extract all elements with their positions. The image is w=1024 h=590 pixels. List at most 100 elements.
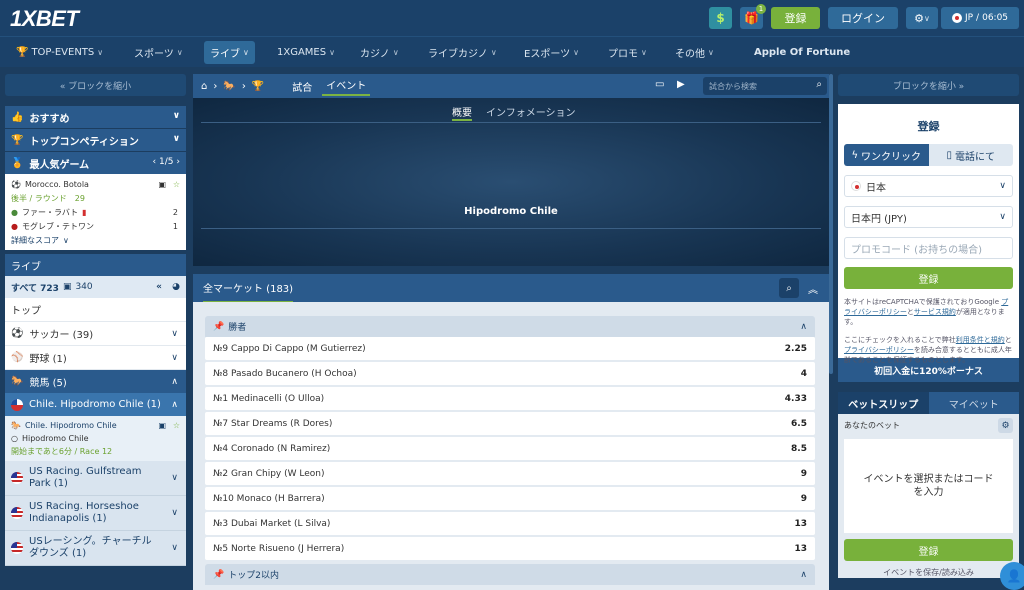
live-all-row[interactable]: すべて 723 ▣ 340 «◕	[5, 276, 186, 298]
race-gulfstream[interactable]: US Racing. Gulfstream Park (1) ∨	[5, 461, 186, 496]
nav-more[interactable]: その他 ∨	[669, 41, 720, 64]
nav-promo[interactable]: プロモ ∨	[602, 41, 653, 64]
odds-value[interactable]: 4.33	[785, 394, 807, 404]
nav-casino[interactable]: カジノ ∨	[354, 41, 405, 64]
collapse-up-icon[interactable]: ︽	[803, 278, 823, 298]
video-icon[interactable]: ▣	[158, 180, 166, 189]
odds-value[interactable]: 2.25	[785, 344, 807, 354]
sidebar-recommended[interactable]: 👍 おすすめ ∨	[5, 106, 186, 128]
gift-badge: 1	[756, 4, 766, 14]
live-top[interactable]: トップ	[5, 298, 186, 322]
locale-selector[interactable]: JP/06:05	[941, 7, 1019, 29]
sidebar-top-competition[interactable]: 🏆 トップコンペティション ∨	[5, 129, 186, 151]
betslip-register-button[interactable]: 登録	[844, 539, 1013, 561]
table-row[interactable]: №4 Coronado (N Ramirez) 8.5	[205, 437, 815, 460]
horse-icon[interactable]: 🐎	[223, 81, 235, 92]
live-baseball[interactable]: ⚾ 野球 (1) ∨	[5, 346, 186, 370]
settings-button[interactable]: ⚙ ∨	[906, 7, 938, 29]
tab-betslip[interactable]: ベットスリップ	[838, 392, 929, 414]
save-load-events-link[interactable]: イベントを保存/読み込み	[844, 567, 1013, 578]
odds-value[interactable]: 9	[801, 494, 807, 504]
home-icon[interactable]: ⌂	[201, 81, 207, 92]
odds-value[interactable]: 9	[801, 469, 807, 479]
login-button[interactable]: ログイン	[828, 7, 898, 29]
nav-esports[interactable]: Eスポーツ ∨	[518, 41, 585, 64]
tab-all-markets[interactable]: 全マーケット (183)	[203, 274, 294, 303]
nav-sports[interactable]: スポーツ ∨	[128, 41, 189, 64]
table-row[interactable]: №2 Gran Chipy (W Leon) 9	[205, 462, 815, 485]
main-scrollbar[interactable]	[829, 74, 833, 374]
tab-one-click[interactable]: ϟ ワンクリック	[844, 144, 929, 166]
collapse-left-button[interactable]: « ブロックを縮小	[5, 74, 186, 96]
country-select[interactable]: 日本 ∨	[844, 175, 1013, 197]
terms-of-service-link[interactable]: サービス規約	[914, 308, 956, 316]
terms-link[interactable]: 利用条件と規約	[956, 336, 1005, 344]
search-icon[interactable]: ⌕	[779, 278, 799, 298]
table-row[interactable]: №10 Monaco (H Barrera) 9	[205, 487, 815, 510]
odds-value[interactable]: 4	[801, 369, 807, 379]
detail-score-link[interactable]: 詳細なスコア	[11, 235, 59, 246]
next-icon[interactable]: ›	[176, 157, 180, 167]
tab-by-phone[interactable]: ▯ 電話にて	[928, 144, 1013, 166]
live-soccer[interactable]: ⚽ サッカー (39) ∨	[5, 322, 186, 346]
odds-value[interactable]: 13	[794, 544, 807, 554]
popular-match-card[interactable]: ⚽ Morocco. Botola ▣ ☆ 後半 / ラウンド 29 ● ファー・ラバト ▮…	[5, 174, 186, 250]
nav-live-casino[interactable]: ライブカジノ ∨	[422, 41, 503, 64]
prev-icon[interactable]: ‹	[153, 157, 157, 167]
tab-match[interactable]: 試合	[288, 79, 316, 94]
table-row[interactable]: №5 Norte Risueno (J Herrera) 13	[205, 537, 815, 560]
nav-top-events[interactable]: 🏆 TOP-EVENTS ∨	[10, 41, 109, 64]
market-group-top2[interactable]: 📌 トップ2以内 ∧	[205, 564, 815, 585]
register-submit-button[interactable]: 登録	[844, 267, 1013, 289]
main-content: ⌂ › 🐎 › 🏆 試合 イベント ▭ ▶ 試合から検索 ⌕ 概要 インフォメーション…	[193, 74, 829, 590]
table-row[interactable]: №9 Cappo Di Cappo (M Gutierrez) 2.25	[205, 337, 815, 360]
gear-icon[interactable]: ⚙	[998, 418, 1013, 433]
table-row[interactable]: №7 Star Dreams (R Dores) 6.5	[205, 412, 815, 435]
collapse-right-button[interactable]: ブロックを縮小 »	[838, 74, 1019, 96]
table-row[interactable]: №1 Medinacelli (O Ulloa) 4.33	[205, 387, 815, 410]
odds-value[interactable]: 13	[794, 519, 807, 529]
trophy-icon[interactable]: 🏆	[252, 81, 264, 92]
tab-my-bets[interactable]: マイベット	[928, 392, 1019, 414]
globe-icon[interactable]: ◕	[172, 282, 180, 292]
tab-overview[interactable]: 概要	[452, 104, 472, 121]
gift-icon[interactable]: 🎁 1	[740, 4, 766, 29]
dollar-icon[interactable]: $	[709, 7, 732, 29]
play-icon[interactable]: ▶	[677, 79, 685, 90]
table-row[interactable]: №3 Dubai Market (L Silva) 13	[205, 512, 815, 535]
market-group-winner[interactable]: 📌 勝者 ∧	[205, 316, 815, 337]
chat-support-icon[interactable]: 👤	[1000, 562, 1024, 590]
search-input[interactable]: 試合から検索 ⌕	[703, 77, 827, 95]
live-chile[interactable]: Chile. Hipodromo Chile (1) ∧	[5, 393, 186, 416]
nav-live[interactable]: ライブ ∨	[204, 41, 255, 64]
chile-event-card[interactable]: 🐎 Chile. Hipodromo Chile ▣ ☆ ○ Hipodromo Chi…	[5, 416, 186, 461]
privacy-link[interactable]: プライバシーポリシー	[844, 346, 914, 354]
collapse-icon[interactable]: «	[156, 282, 162, 292]
logo[interactable]: 1XBET	[10, 6, 79, 32]
promo-code-input[interactable]: プロモコード (お持ちの場合)	[844, 237, 1013, 259]
window-icon[interactable]: ▭	[655, 79, 664, 90]
runner-list: №9 Cappo Di Cappo (M Gutierrez) 2.25 №8 Pa…	[205, 337, 815, 560]
runner-name: №3 Dubai Market (L Silva)	[213, 518, 331, 529]
star-icon[interactable]: ☆	[173, 421, 180, 430]
video-icon[interactable]: ▣	[158, 421, 166, 430]
odds-value[interactable]: 8.5	[791, 444, 807, 454]
star-icon[interactable]: ☆	[173, 180, 180, 189]
tab-information[interactable]: インフォメーション	[486, 104, 576, 121]
table-row[interactable]: №8 Pasado Bucanero (H Ochoa) 4	[205, 362, 815, 385]
live-horse-racing[interactable]: 🐎 競馬 (5) ∧	[5, 370, 186, 393]
currency-select[interactable]: 日本円 (JPY) ∨	[844, 206, 1013, 228]
chevron-down-icon: ∨	[641, 48, 647, 57]
race-indianapolis[interactable]: US Racing. Horseshoe Indianapolis (1) ∨	[5, 496, 186, 531]
nav-apple-of-fortune[interactable]: Apple Of Fortune	[745, 41, 856, 64]
tab-event[interactable]: イベント	[322, 77, 371, 96]
register-button[interactable]: 登録	[771, 7, 820, 29]
us-flag-icon	[11, 507, 23, 519]
left-sidebar: « ブロックを縮小 👍 おすすめ ∨ 🏆 トップコンペティション ∨ 🏅 最人気ゲーム ‹ …	[5, 74, 186, 590]
betslip-tabs: ベットスリップ マイベット	[838, 392, 1019, 414]
race-churchill-downs[interactable]: USレーシング。チャーチル ダウンズ (1) ∨	[5, 531, 186, 566]
nav-1xgames[interactable]: 1XGAMES ∨	[271, 41, 341, 64]
odds-value[interactable]: 6.5	[791, 419, 807, 429]
search-icon[interactable]: ⌕	[816, 79, 822, 90]
pin-icon: 📌	[213, 569, 225, 580]
